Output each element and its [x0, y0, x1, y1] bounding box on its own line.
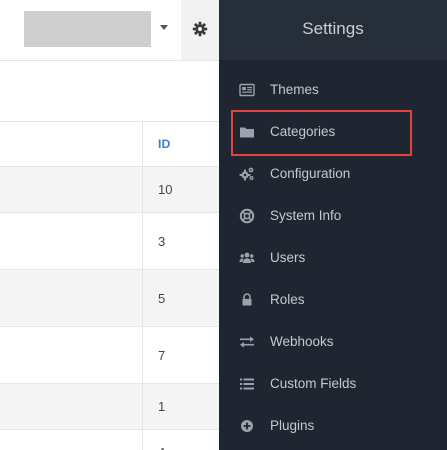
- table-row[interactable]: 3: [0, 213, 219, 270]
- items-table: ID 10 3 5 7 1 4: [0, 121, 219, 450]
- settings-item-label: Configuration: [270, 166, 351, 181]
- table-header: ID: [0, 121, 219, 167]
- settings-item-label: Themes: [270, 82, 319, 97]
- settings-item-label: Webhooks: [270, 334, 334, 349]
- table-row[interactable]: 7: [0, 327, 219, 384]
- settings-item-label: Custom Fields: [270, 376, 357, 391]
- chevron-down-icon: [160, 25, 168, 30]
- column-divider: [142, 122, 143, 166]
- table-row[interactable]: 5: [0, 270, 219, 327]
- gear-icon: [192, 21, 208, 37]
- row-id: 1: [158, 399, 166, 414]
- row-id: 10: [158, 182, 173, 197]
- row-id: 4: [158, 445, 165, 450]
- lock-icon: [242, 293, 252, 306]
- column-divider: [142, 384, 143, 429]
- settings-title: Settings: [302, 19, 364, 38]
- settings-item-label: Roles: [270, 292, 305, 307]
- settings-item-custom-fields[interactable]: Custom Fields: [219, 363, 447, 405]
- top-bar: [0, 0, 219, 61]
- settings-panel: Settings Themes Categories Configuration…: [219, 0, 447, 450]
- settings-item-roles[interactable]: Roles: [219, 279, 447, 321]
- table-row[interactable]: 10: [0, 167, 219, 213]
- column-divider: [142, 167, 143, 212]
- plus-circle-icon: [241, 420, 253, 432]
- settings-item-users[interactable]: Users: [219, 237, 447, 279]
- themes-icon: [239, 83, 255, 97]
- column-divider: [142, 430, 143, 450]
- settings-item-label: System Info: [270, 208, 342, 223]
- row-id: 5: [158, 291, 166, 306]
- settings-item-themes[interactable]: Themes: [219, 69, 447, 111]
- settings-item-plugins[interactable]: Plugins: [219, 405, 447, 447]
- table-row[interactable]: 4: [0, 430, 219, 450]
- cogs-icon: [239, 167, 254, 181]
- column-divider: [142, 327, 143, 383]
- settings-item-label: Plugins: [270, 418, 315, 433]
- column-divider: [142, 213, 143, 269]
- user-menu-dropdown[interactable]: [24, 11, 174, 47]
- id-column-header[interactable]: ID: [158, 137, 171, 151]
- settings-button[interactable]: [181, 0, 219, 60]
- settings-item-system-info[interactable]: System Info: [219, 195, 447, 237]
- row-id: 7: [158, 348, 166, 363]
- column-divider: [142, 270, 143, 326]
- list-icon: [240, 378, 254, 390]
- exchange-icon: [240, 336, 254, 348]
- main-content: ID 10 3 5 7 1 4: [0, 0, 219, 450]
- settings-item-label: Users: [270, 250, 306, 265]
- users-icon: [239, 252, 255, 263]
- settings-item-webhooks[interactable]: Webhooks: [219, 321, 447, 363]
- settings-panel-header: Settings: [219, 0, 447, 60]
- row-id: 3: [158, 234, 166, 249]
- lifebuoy-icon: [239, 208, 255, 224]
- categories-highlight-box: [231, 110, 412, 156]
- settings-item-configuration[interactable]: Configuration: [219, 153, 447, 195]
- table-row[interactable]: 1: [0, 384, 219, 430]
- user-name-redacted: [24, 11, 151, 47]
